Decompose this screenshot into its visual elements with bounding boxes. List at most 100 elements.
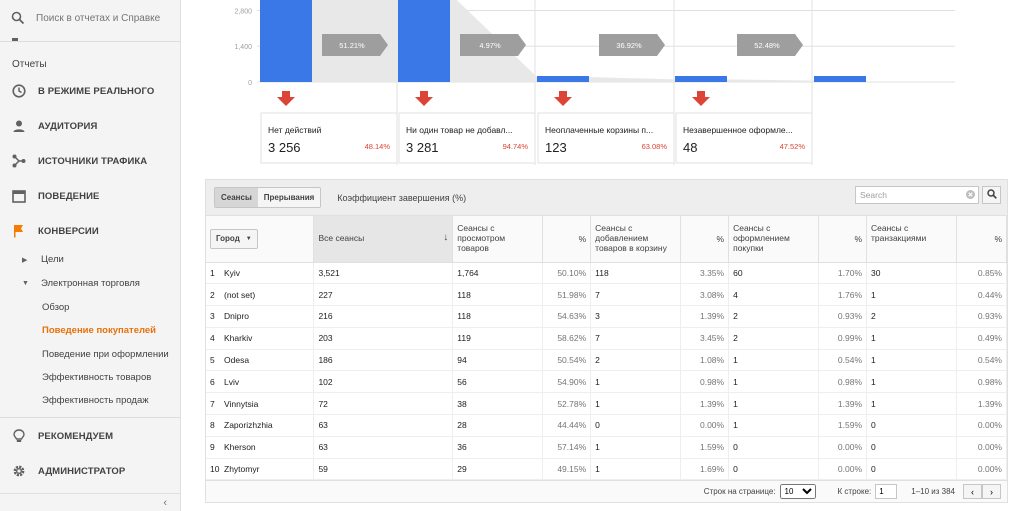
value-cell: 29: [452, 458, 544, 481]
rows-per-page-select[interactable]: 10: [779, 484, 816, 500]
clear-icon[interactable]: [966, 189, 975, 201]
goto-row-input[interactable]: [875, 484, 898, 500]
nav-realtime[interactable]: В режиме реального: [0, 76, 181, 106]
city-name[interactable]: Kherson: [224, 442, 256, 452]
column-header-add-to-cart[interactable]: Сеансы с добавлением товаров в корзину: [590, 216, 682, 263]
city-name[interactable]: (not set): [224, 290, 255, 300]
nav-recommendations[interactable]: Рекомендуем: [0, 421, 181, 451]
table-row[interactable]: 7 Vinnytsia 72 38 52.78% 1 1.39% 1 1.39% 1 1.39%: [206, 392, 1008, 416]
table-row[interactable]: 5 Odesa 186 94 50.54% 2 1.08% 1 0.54% 1 0.54%: [206, 349, 1008, 372]
percent-cell: 44.44%: [542, 414, 592, 437]
city-name[interactable]: Lviv: [224, 377, 239, 387]
table-pagination: Строк на странице: 10 К строке: 1–10 из …: [206, 480, 1007, 503]
nav-behavior[interactable]: Поведение: [0, 181, 181, 211]
funnel-bar[interactable]: [814, 76, 866, 82]
table-row[interactable]: 3 Dnipro 216 118 54.63% 3 1.39% 2 0.93% 2 0.93%: [206, 305, 1008, 328]
percent-cell: 1.69%: [680, 458, 730, 481]
city-table: Город ▼ Все сеансы ↓ Сеансы с просмотром…: [206, 216, 1008, 481]
nav-ecommerce[interactable]: ▼ Электронная торговля: [22, 278, 140, 289]
city-name[interactable]: Kharkiv: [224, 333, 252, 343]
city-cell: 2 (not set): [206, 283, 315, 307]
value-cell: 2: [866, 305, 957, 328]
drop-off-arrow-icon: [415, 91, 433, 106]
nav-goals[interactable]: ▶ Цели: [22, 254, 64, 265]
completion-rate-label[interactable]: Коэффициент завершения (%): [337, 193, 466, 203]
sidebar-divider: [0, 41, 181, 42]
table-row[interactable]: 10 Zhytomyr 59 29 49.15% 1 1.69% 0 0.00% 0 0.00%: [206, 458, 1008, 481]
drop-off-card[interactable]: [260, 112, 398, 164]
city-name[interactable]: Zaporizhzhia: [224, 420, 273, 430]
value-cell: 63: [313, 436, 454, 459]
drop-off-percent: 63.08%: [642, 142, 668, 151]
nav-sales-performance[interactable]: Эффективность продаж: [42, 395, 149, 406]
funnel-bar[interactable]: [537, 76, 589, 82]
city-name[interactable]: Dnipro: [224, 311, 249, 321]
city-name[interactable]: Kyiv: [224, 268, 240, 278]
table-search-button[interactable]: [982, 186, 1001, 204]
value-cell: 1: [728, 392, 820, 416]
table-search-input[interactable]: Search: [855, 186, 979, 204]
table-row[interactable]: 2 (not set) 227 118 51.98% 7 3.08% 4 1.76% 1 0.44%: [206, 283, 1008, 307]
table-row[interactable]: 9 Kherson 63 36 57.14% 1 1.59% 0 0.00% 0 0.00%: [206, 436, 1008, 459]
tab-sessions[interactable]: Сеансы: [215, 188, 258, 207]
value-cell: 0: [728, 458, 820, 481]
drop-off-card[interactable]: [675, 112, 813, 164]
conversion-rate-label: 51.21%: [339, 41, 365, 50]
nav-shopping-behavior[interactable]: Поведение покупателей: [42, 325, 156, 336]
nav-overview[interactable]: Обзор: [42, 302, 69, 313]
column-header-pct[interactable]: %: [818, 216, 868, 263]
funnel-bar[interactable]: [398, 0, 450, 82]
collapse-sidebar-button[interactable]: ‹: [0, 493, 181, 511]
city-name[interactable]: Zhytomyr: [224, 464, 259, 474]
percent-cell: 0.93%: [818, 305, 868, 328]
nav-admin[interactable]: Администратор: [0, 456, 181, 486]
nav-conversions[interactable]: Конверсии: [0, 216, 181, 246]
drop-off-percent: 47.52%: [780, 142, 806, 151]
city-name[interactable]: Vinnytsia: [224, 399, 258, 409]
value-cell: 1: [590, 436, 682, 459]
percent-cell: 0.00%: [680, 414, 730, 437]
value-cell: 1: [728, 414, 820, 437]
column-header-product-views[interactable]: Сеансы с просмотром товаров: [452, 216, 544, 263]
table-row[interactable]: 6 Lviv 102 56 54.90% 1 0.98% 1 0.98% 1 0.98%: [206, 370, 1008, 394]
percent-cell: 57.14%: [542, 436, 592, 459]
chevron-left-icon: ‹: [971, 486, 974, 497]
city-name[interactable]: Odesa: [224, 355, 249, 365]
column-header-transactions[interactable]: Сеансы с транзакциями: [866, 216, 957, 263]
nav-goals-label: Цели: [41, 254, 64, 265]
next-page-button[interactable]: ›: [982, 484, 1001, 500]
column-header-pct[interactable]: %: [956, 216, 1008, 263]
percent-cell: 1.76%: [818, 283, 868, 307]
conversion-rate-label: 4.97%: [479, 41, 501, 50]
value-cell: 0: [728, 436, 820, 459]
percent-cell: 0.00%: [956, 436, 1008, 459]
nav-product-performance[interactable]: Эффективность товаров: [42, 372, 151, 383]
drop-off-card[interactable]: [398, 112, 536, 164]
nav-acquisition[interactable]: Источники трафика: [0, 146, 181, 176]
funnel-bar[interactable]: [260, 0, 312, 82]
drop-off-card[interactable]: [537, 112, 675, 164]
tab-abandonments[interactable]: Прерывания: [257, 188, 321, 207]
dimension-selector[interactable]: Город ▼: [210, 229, 258, 249]
value-cell: 4: [728, 283, 820, 307]
prev-page-button[interactable]: ‹: [963, 484, 982, 500]
pager: ‹ ›: [963, 484, 1001, 500]
nav-ecommerce-label: Электронная торговля: [41, 278, 140, 289]
column-header-pct[interactable]: %: [542, 216, 592, 263]
table-row[interactable]: 1 Kyiv 3,521 1,764 50.10% 118 3.35% 60 1.70% 30 0.…: [206, 262, 1008, 285]
funnel-bar[interactable]: [675, 76, 727, 82]
value-cell: 38: [452, 392, 544, 416]
percent-cell: 0.54%: [818, 349, 868, 372]
nav-checkout-behavior[interactable]: Поведение при оформлении: [42, 349, 169, 360]
column-header-pct[interactable]: %: [680, 216, 730, 263]
search-icon[interactable]: [0, 11, 36, 25]
nav-audience[interactable]: Аудитория: [0, 111, 181, 141]
report-search-input[interactable]: [36, 12, 174, 24]
row-index: 4: [210, 333, 215, 344]
sidebar-search: [0, 0, 181, 36]
city-cell: 10 Zhytomyr: [206, 458, 315, 481]
column-header-all-sessions[interactable]: Все сеансы ↓: [313, 216, 454, 263]
table-row[interactable]: 8 Zaporizhzhia 63 28 44.44% 0 0.00% 1 1.59% 0 0.00…: [206, 414, 1008, 437]
column-header-checkout[interactable]: Сеансы с оформлением покупки: [728, 216, 820, 263]
table-row[interactable]: 4 Kharkiv 203 119 58.62% 7 3.45% 2 0.99% 1 0.49%: [206, 327, 1008, 350]
